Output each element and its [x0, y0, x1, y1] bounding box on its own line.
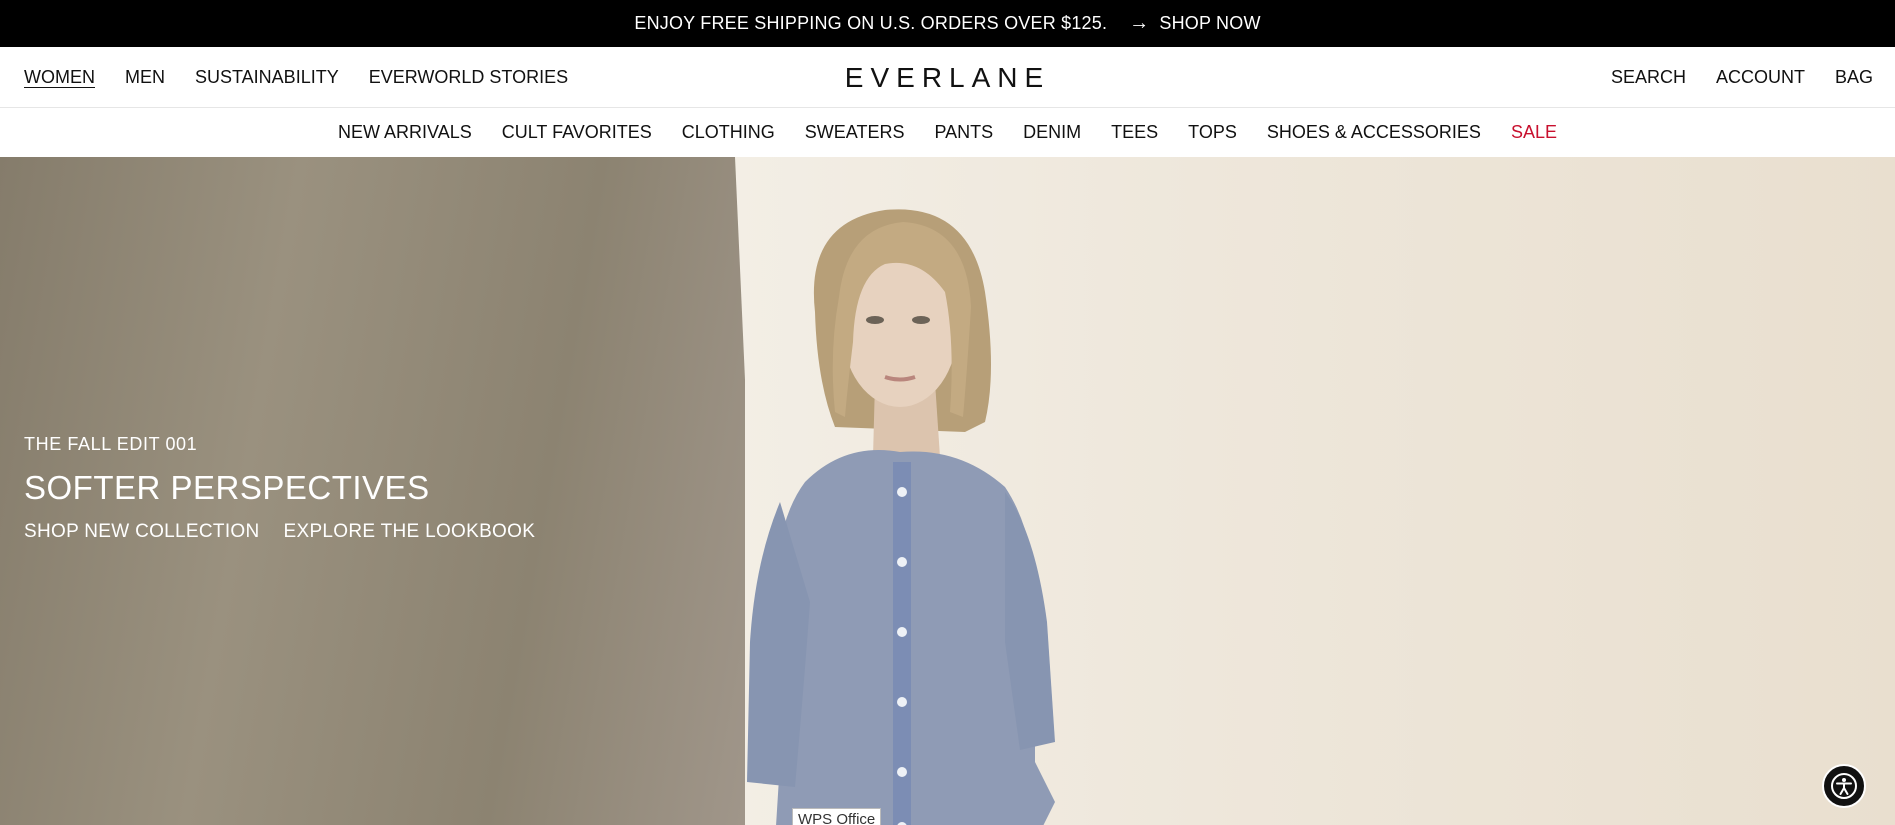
primary-nav: WOMEN MEN SUSTAINABILITY EVERWORLD STORI… — [24, 47, 598, 108]
category-shoes-accessories[interactable]: SHOES & ACCESSORIES — [1267, 122, 1481, 143]
hero-banner[interactable]: THE FALL EDIT 001 SOFTER PERSPECTIVES SH… — [0, 157, 1895, 825]
hero-eyebrow: THE FALL EDIT 001 — [24, 434, 198, 454]
category-cult-favorites[interactable]: CULT FAVORITES — [502, 122, 652, 143]
explore-lookbook-link[interactable]: EXPLORE THE LOOKBOOK — [284, 521, 536, 543]
hero-ctas: SHOP NEW COLLECTION EXPLORE THE LOOKBOOK — [24, 521, 559, 543]
category-nav: NEW ARRIVALS CULT FAVORITES CLOTHING SWE… — [0, 108, 1895, 157]
nav-link-everworld-stories[interactable]: EVERWORLD STORIES — [369, 67, 568, 88]
promo-bar: ENJOY FREE SHIPPING ON U.S. ORDERS OVER … — [0, 0, 1895, 47]
nav-link-men[interactable]: MEN — [125, 67, 165, 88]
main-nav: WOMEN MEN SUSTAINABILITY EVERWORLD STORI… — [0, 47, 1895, 108]
hero-headline: SOFTER PERSPECTIVES — [24, 469, 430, 506]
search-link[interactable]: SEARCH — [1611, 67, 1686, 88]
category-tees[interactable]: TEES — [1111, 122, 1158, 143]
category-pants[interactable]: PANTS — [934, 122, 993, 143]
accessibility-button[interactable] — [1822, 764, 1866, 808]
category-new-arrivals[interactable]: NEW ARRIVALS — [338, 122, 472, 143]
logo[interactable]: EVERLANE — [845, 62, 1050, 94]
nav-link-women[interactable]: WOMEN — [24, 67, 95, 88]
accessibility-icon — [1831, 773, 1857, 799]
account-link[interactable]: ACCOUNT — [1716, 67, 1805, 88]
utility-nav: SEARCH ACCOUNT BAG — [1581, 47, 1873, 108]
category-sale[interactable]: SALE — [1511, 122, 1557, 143]
shop-now-link[interactable]: SHOP NOW — [1159, 13, 1260, 34]
bag-link[interactable]: BAG — [1835, 67, 1873, 88]
promo-text: ENJOY FREE SHIPPING ON U.S. ORDERS OVER … — [634, 13, 1108, 33]
tooltip: WPS Office — [792, 808, 882, 825]
category-denim[interactable]: DENIM — [1023, 122, 1081, 143]
shop-new-collection-link[interactable]: SHOP NEW COLLECTION — [24, 521, 260, 543]
nav-link-sustainability[interactable]: SUSTAINABILITY — [195, 67, 339, 88]
category-clothing[interactable]: CLOTHING — [682, 122, 775, 143]
arrow-right-icon: → — [1129, 12, 1150, 34]
hero-copy: THE FALL EDIT 001 SOFTER PERSPECTIVES SH… — [24, 434, 559, 543]
hero-model-image — [747, 209, 1055, 825]
category-sweaters[interactable]: SWEATERS — [805, 122, 905, 143]
category-tops[interactable]: TOPS — [1188, 122, 1237, 143]
